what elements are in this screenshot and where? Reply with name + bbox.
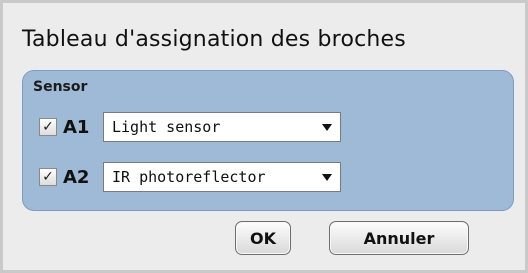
pin-assignment-dialog: Tableau d'assignation des broches Sensor… [0,0,528,273]
pin-a1-selected-value: Light sensor [112,118,221,136]
pin-a2-label: A2 [63,166,90,188]
checkmark-icon: ✓ [42,169,54,185]
dialog-title: Tableau d'assignation des broches [22,27,406,52]
pin-row-a2: ✓ A2 IR photoreflector [39,162,341,192]
sensor-group: Sensor ✓ A1 Light sensor ✓ A2 IR photore… [22,70,514,211]
pin-a2-checkbox[interactable]: ✓ [39,168,57,186]
sensor-group-title: Sensor [33,79,88,95]
pin-a2-sensor-select[interactable]: IR photoreflector [103,162,341,192]
chevron-down-icon [322,173,332,181]
cancel-button[interactable]: Annuler [329,221,469,255]
pin-a1-sensor-select[interactable]: Light sensor [103,112,341,142]
pin-row-a1: ✓ A1 Light sensor [39,112,341,142]
checkmark-icon: ✓ [42,119,54,135]
pin-a1-checkbox[interactable]: ✓ [39,118,57,136]
pin-a2-selected-value: IR photoreflector [112,168,266,186]
ok-button[interactable]: OK [235,221,291,255]
pin-a1-label: A1 [63,116,90,138]
chevron-down-icon [322,123,332,131]
